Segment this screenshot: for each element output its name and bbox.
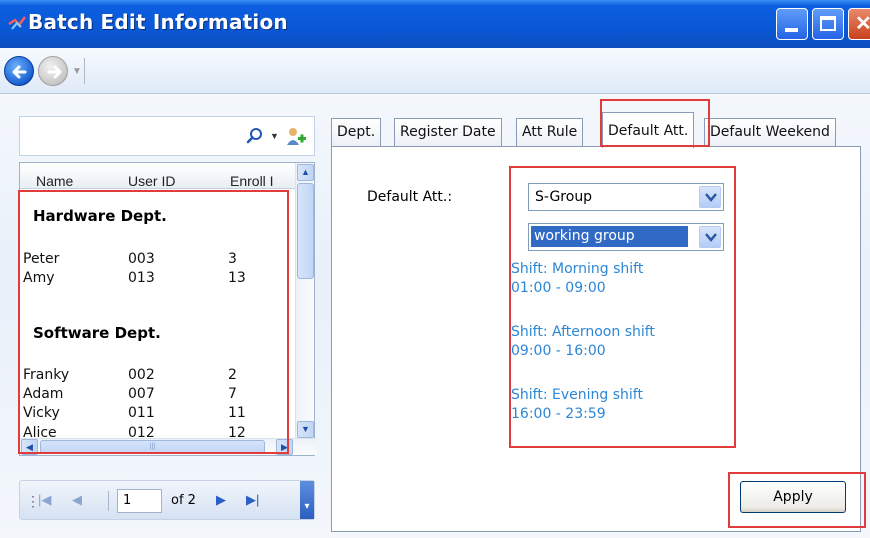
cell-user-id: 011 (128, 405, 155, 421)
history-dropdown-icon[interactable]: ▼ (72, 66, 82, 77)
pager: ⋮ |◀ ◀ 1 of 2 ▶ ▶| ▾ (19, 480, 315, 520)
window-title: Batch Edit Information (28, 10, 288, 34)
list-header: Name User ID Enroll I (20, 163, 296, 189)
tab-panel-default-att: Default Att.: S-Group working group Shif… (331, 146, 861, 532)
group-header-hardware: Hardware Dept. (33, 207, 167, 225)
search-icon[interactable] (246, 127, 264, 145)
scroll-left-button[interactable]: ◀ (21, 439, 38, 455)
search-box: ▼ (19, 116, 315, 156)
next-page-icon[interactable]: ▶ (216, 492, 226, 508)
arrow-right-icon (47, 65, 62, 79)
toolbar-separator (84, 58, 85, 84)
shift-time: 09:00 - 16:00 (511, 343, 606, 359)
page-number-input[interactable]: 1 (117, 489, 162, 513)
chevron-down-icon (705, 193, 717, 202)
cell-enroll-id: 13 (228, 270, 246, 286)
horizontal-scroll-thumb[interactable]: ||| (40, 440, 265, 454)
cell-user-id: 002 (128, 367, 155, 383)
arrow-left-icon (12, 65, 27, 79)
scroll-down-button[interactable]: ▼ (297, 421, 314, 438)
scroll-thumb[interactable] (297, 183, 314, 279)
add-user-icon[interactable] (285, 126, 307, 148)
cell-enroll-id: 7 (228, 386, 237, 402)
forward-button[interactable] (38, 56, 68, 86)
cell-name: Alice (23, 425, 57, 439)
column-header-enroll-id[interactable]: Enroll I (230, 173, 274, 189)
minimize-icon (785, 28, 798, 32)
list-item[interactable]: Alice 012 12 (20, 425, 296, 439)
main-content: ▼ Name User ID Enroll I Hardware Dept. P… (0, 94, 870, 538)
apply-button[interactable]: Apply (740, 481, 846, 513)
first-page-icon[interactable]: |◀ (38, 492, 51, 508)
tab-register-date[interactable]: Register Date (394, 118, 502, 146)
working-group-select[interactable]: working group (528, 223, 724, 251)
cell-name: Amy (23, 270, 55, 286)
pager-overflow-icon[interactable]: ▾ (300, 481, 314, 519)
cell-name: Vicky (23, 405, 60, 421)
cell-name: Franky (23, 367, 70, 383)
back-button[interactable] (4, 56, 34, 86)
cell-enroll-id: 11 (228, 405, 246, 421)
grip-icon[interactable]: ⋮ (26, 493, 40, 510)
group-select-value: S-Group (535, 189, 593, 205)
chevron-down-icon (705, 233, 717, 242)
group-select[interactable]: S-Group (528, 183, 724, 211)
tab-default-att[interactable]: Default Att. (602, 112, 695, 148)
dropdown-button[interactable] (699, 226, 721, 248)
title-bar: Batch Edit Information ✕ (0, 0, 870, 48)
horizontal-scrollbar[interactable]: ◀ ||| ▶ (20, 438, 316, 455)
column-header-name[interactable]: Name (36, 173, 73, 189)
app-icon (8, 16, 26, 30)
tab-att-rule[interactable]: Att Rule (516, 118, 584, 146)
page-count-label: of 2 (171, 493, 196, 508)
last-page-icon[interactable]: ▶| (246, 492, 259, 508)
maximize-button[interactable] (812, 8, 844, 40)
close-button[interactable]: ✕ (848, 8, 870, 40)
tab-dept[interactable]: Dept. (331, 118, 382, 146)
shift-name: Shift: Evening shift (511, 387, 643, 403)
working-group-select-value: working group (531, 226, 688, 247)
shift-time: 01:00 - 09:00 (511, 280, 606, 296)
previous-page-icon[interactable]: ◀ (72, 492, 82, 508)
search-input[interactable] (22, 121, 222, 151)
group-header-software: Software Dept. (33, 324, 161, 342)
default-att-label: Default Att.: (367, 189, 453, 205)
cell-name: Peter (23, 251, 60, 267)
user-list[interactable]: Name User ID Enroll I Hardware Dept. Pet… (19, 162, 316, 456)
column-header-user-id[interactable]: User ID (128, 173, 175, 189)
cell-user-id: 007 (128, 386, 155, 402)
shift-time: 16:00 - 23:59 (511, 406, 606, 422)
search-options-icon[interactable]: ▼ (270, 131, 279, 141)
pager-separator (108, 491, 109, 511)
cell-user-id: 012 (128, 425, 155, 439)
cell-enroll-id: 2 (228, 367, 237, 383)
navigation-bar: ▼ (0, 48, 870, 94)
shift-name: Shift: Morning shift (511, 261, 644, 277)
cell-enroll-id: 12 (228, 425, 246, 439)
scroll-right-button[interactable]: ▶ (276, 439, 293, 455)
cell-name: Adam (23, 386, 64, 402)
dropdown-button[interactable] (699, 186, 721, 208)
close-icon: ✕ (855, 13, 870, 35)
maximize-icon (820, 16, 836, 31)
cell-user-id: 003 (128, 251, 155, 267)
cell-user-id: 013 (128, 270, 155, 286)
vertical-scrollbar[interactable]: ▲ ▼ (295, 163, 314, 441)
minimize-button[interactable] (776, 8, 808, 40)
scroll-up-button[interactable]: ▲ (297, 164, 314, 181)
cell-enroll-id: 3 (228, 251, 237, 267)
tab-default-weekend[interactable]: Default Weekend (704, 118, 836, 146)
shift-name: Shift: Afternoon shift (511, 324, 655, 340)
